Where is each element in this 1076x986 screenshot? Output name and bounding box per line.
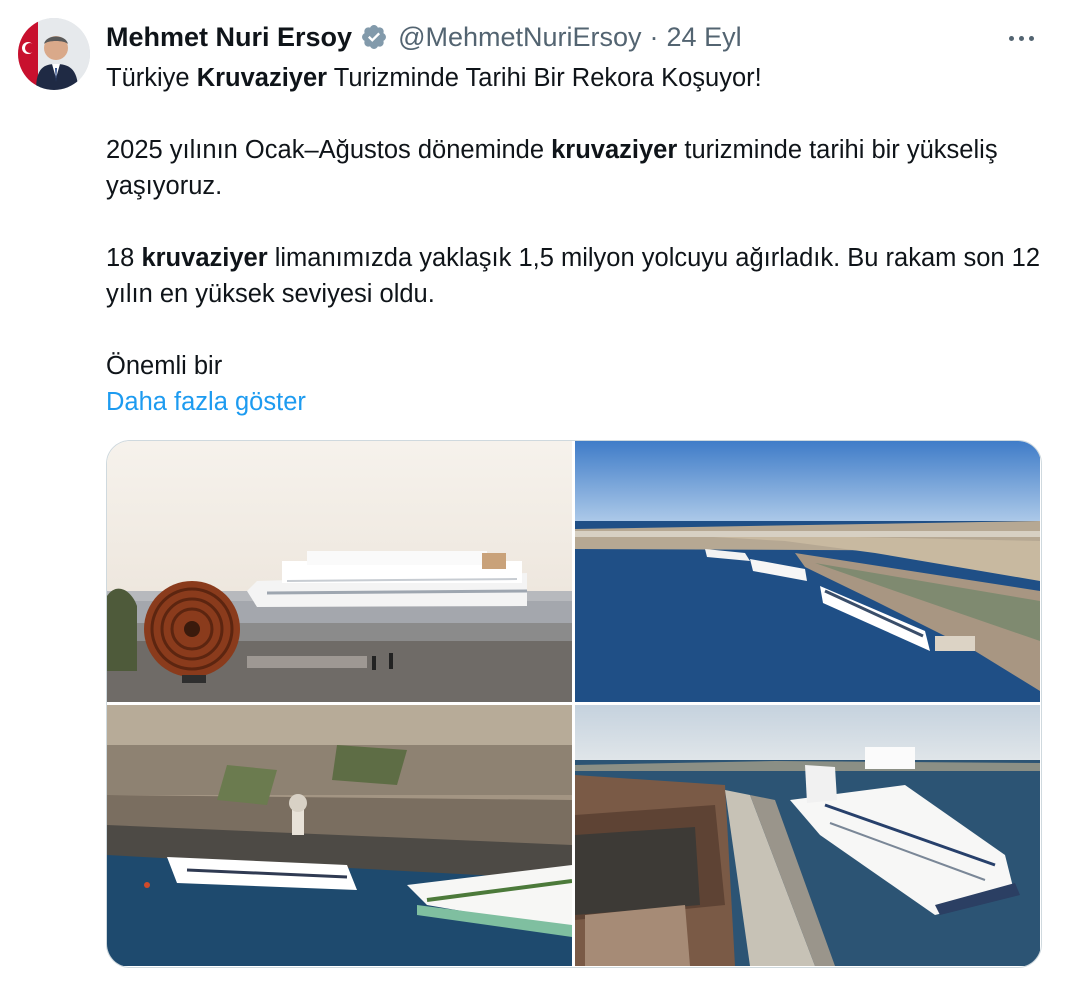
more-options-icon[interactable] bbox=[1004, 28, 1038, 48]
photo-docked-ship-pier[interactable] bbox=[575, 705, 1040, 966]
author-handle[interactable]: @MehmetNuriErsoy bbox=[398, 22, 641, 53]
verified-badge-icon[interactable] bbox=[360, 23, 388, 51]
tweet-paragraph-1: 2025 yılının Ocak–Ağustos döneminde kruv… bbox=[106, 132, 1046, 204]
media-grid bbox=[106, 440, 1042, 968]
separator-dot: · bbox=[649, 21, 659, 52]
bold-keyword: kruvaziyer bbox=[141, 244, 268, 272]
tweet-paragraph-3: Önemli bir bbox=[106, 352, 223, 380]
text-segment: Turizminde Tarihi Bir Rekora Koşuyor! bbox=[327, 64, 762, 92]
tweet-header: Mehmet Nuri Ersoy @MehmetNuriErsoy · 24 … bbox=[106, 20, 742, 54]
bold-keyword: kruvaziyer bbox=[551, 136, 678, 164]
tweet-date[interactable]: 24 Eyl bbox=[667, 22, 742, 53]
text-segment: Türkiye bbox=[106, 64, 197, 92]
text-segment: 2025 yılının Ocak–Ağustos döneminde bbox=[106, 136, 552, 164]
tweet-card[interactable]: Mehmet Nuri Ersoy @MehmetNuriErsoy · 24 … bbox=[0, 0, 1076, 986]
tweet-paragraph-2: 18 kruvaziyer limanımızda yaklaşık 1,5 m… bbox=[106, 240, 1046, 312]
bold-keyword: Kruvaziyer bbox=[196, 64, 328, 92]
show-more-link[interactable]: Daha fazla göster bbox=[106, 384, 1046, 420]
tweet-headline: Türkiye Kruvaziyer Turizminde Tarihi Bir… bbox=[106, 60, 1046, 96]
author-avatar[interactable] bbox=[18, 18, 90, 90]
photo-aerial-waterfront[interactable] bbox=[107, 705, 572, 966]
photo-cruise-ship-sculpture[interactable] bbox=[107, 441, 572, 702]
tweet-text: Türkiye Kruvaziyer Turizminde Tarihi Bir… bbox=[106, 60, 1046, 420]
author-name[interactable]: Mehmet Nuri Ersoy bbox=[106, 22, 352, 53]
text-segment: 18 bbox=[106, 244, 142, 272]
photo-aerial-port[interactable] bbox=[575, 441, 1040, 702]
